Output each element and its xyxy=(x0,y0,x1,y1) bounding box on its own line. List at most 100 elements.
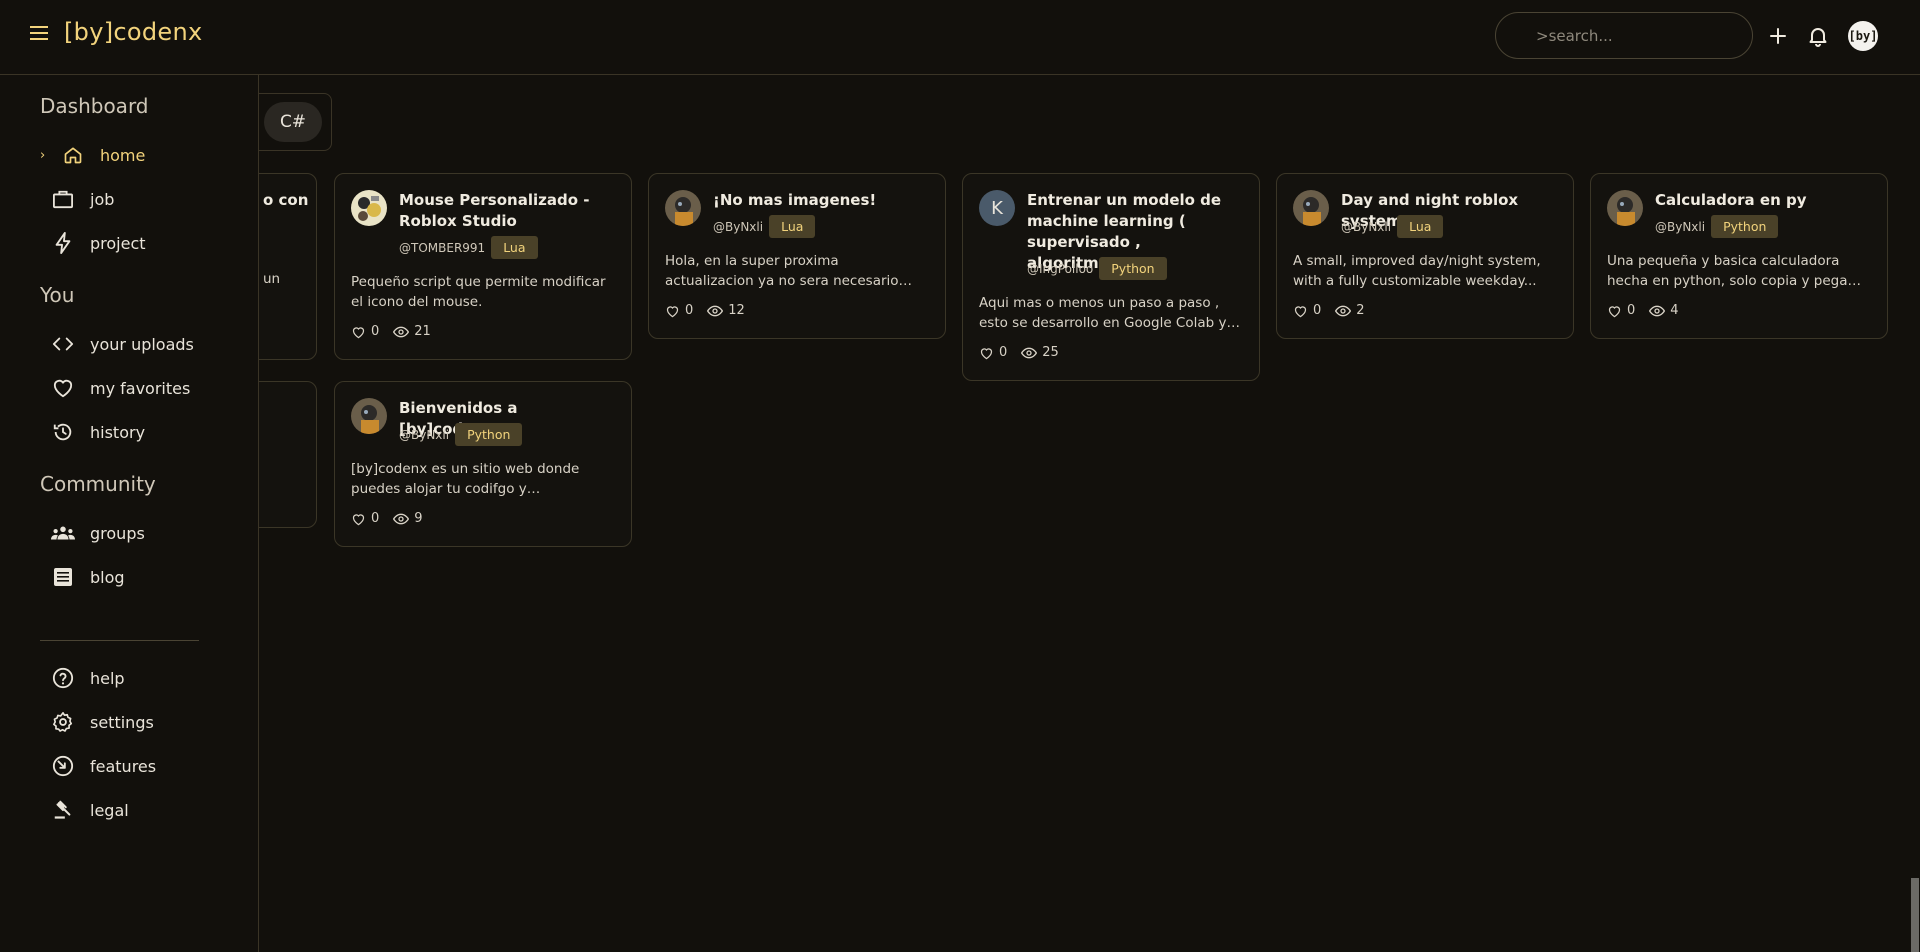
language-tag[interactable]: Python xyxy=(1099,257,1167,280)
gear-icon xyxy=(50,709,76,735)
card-description: Una pequeña y basica calculadora hecha e… xyxy=(1607,253,1848,289)
like-count: 0 xyxy=(371,324,380,339)
post-card[interactable]: Calculadora en py @ByNxli Python Una peq… xyxy=(1590,173,1888,339)
heart-icon[interactable] xyxy=(351,512,366,526)
language-tag[interactable]: Lua xyxy=(491,236,538,259)
post-card[interactable]: K Entrenar un modelo de machine learning… xyxy=(962,173,1260,381)
eye-icon xyxy=(1649,305,1666,317)
sidebar-item-your-uploads[interactable]: your uploads xyxy=(40,327,240,361)
heart-icon[interactable] xyxy=(351,325,366,339)
language-tag[interactable]: Python xyxy=(1711,215,1779,238)
language-tag[interactable]: Lua xyxy=(769,215,816,238)
language-tag[interactable]: Python xyxy=(455,423,523,446)
heart-icon[interactable] xyxy=(979,346,994,360)
heart-icon xyxy=(50,375,76,401)
sidebar-item-legal[interactable]: legal xyxy=(40,793,240,827)
author-avatar xyxy=(1607,190,1643,226)
sidebar-item-label: settings xyxy=(90,712,154,732)
sidebar-item-job[interactable]: job xyxy=(40,182,240,216)
view-count: 12 xyxy=(728,303,745,318)
sidebar: Dashboard › home job project You your up… xyxy=(0,75,259,952)
features-icon xyxy=(50,753,76,779)
card-stats: 0 12 xyxy=(665,303,745,318)
sidebar-item-help[interactable]: help xyxy=(40,661,240,695)
like-count: 0 xyxy=(685,303,694,318)
card-author[interactable]: @ByNxli xyxy=(713,220,763,234)
author-avatar xyxy=(1293,190,1329,226)
card-author[interactable]: @TOMBER991 xyxy=(399,241,485,255)
bolt-icon xyxy=(50,230,76,256)
eye-icon xyxy=(707,305,724,317)
sidebar-item-label: my favorites xyxy=(90,378,191,398)
like-count: 0 xyxy=(1313,303,1322,318)
sidebar-item-label: features xyxy=(90,756,157,776)
user-avatar[interactable]: [by] xyxy=(1848,21,1878,51)
card-description: un xyxy=(263,271,281,287)
top-header: [by]codenx [by] xyxy=(0,0,1920,75)
author-avatar: K xyxy=(979,190,1015,226)
post-card[interactable]: ¡No mas imagenes! @ByNxli Lua Hola, en l… xyxy=(648,173,946,339)
card-author[interactable]: @IngPolloo xyxy=(1027,262,1093,276)
heart-icon[interactable] xyxy=(665,304,680,318)
card-stats: 0 2 xyxy=(1293,303,1365,318)
sidebar-item-label: help xyxy=(90,668,125,688)
card-stats: 0 9 xyxy=(351,511,423,526)
card-meta: @ByNxli Lua xyxy=(713,215,816,238)
eye-icon xyxy=(393,513,410,525)
view-count: 21 xyxy=(414,324,431,339)
scrollbar-thumb[interactable] xyxy=(1911,878,1919,952)
card-title: Mouse Personalizado - Roblox Studio xyxy=(399,191,590,230)
sidebar-item-groups[interactable]: groups xyxy=(40,516,240,550)
card-title: o con xyxy=(263,191,309,209)
sidebar-item-label: groups xyxy=(90,523,145,543)
site-logo[interactable]: [by]codenx xyxy=(64,18,202,46)
sidebar-item-features[interactable]: features xyxy=(40,749,240,783)
post-card[interactable]: Day and night roblox system @ByNxli Lua … xyxy=(1276,173,1574,339)
card-author[interactable]: @ByNxli xyxy=(399,428,449,442)
card-meta: @ByNxli Python xyxy=(399,423,523,446)
author-avatar xyxy=(351,398,387,434)
eye-icon xyxy=(393,326,410,338)
sidebar-item-history[interactable]: history xyxy=(40,415,240,449)
heart-icon[interactable] xyxy=(1293,304,1308,318)
hamburger-menu-icon[interactable] xyxy=(30,25,54,47)
view-count: 4 xyxy=(1670,303,1679,318)
sidebar-item-label: blog xyxy=(90,567,125,587)
search-input[interactable] xyxy=(1495,12,1753,59)
language-tag[interactable]: Lua xyxy=(1397,215,1444,238)
sidebar-divider xyxy=(40,640,199,641)
heart-icon[interactable] xyxy=(1607,304,1622,318)
card-description: Hola, en la super proxima actualizacion … xyxy=(665,253,899,289)
post-card[interactable]: Mouse Personalizado - Roblox Studio @TOM… xyxy=(334,173,632,360)
card-meta: @ByNxli Python xyxy=(1655,215,1779,238)
sidebar-item-label: history xyxy=(90,422,146,442)
view-count: 2 xyxy=(1356,303,1365,318)
filter-chip-csharp[interactable]: C# xyxy=(264,102,322,142)
card-author[interactable]: @ByNxli xyxy=(1341,220,1391,234)
bell-icon[interactable] xyxy=(1806,24,1830,48)
sidebar-item-project[interactable]: project xyxy=(40,226,240,260)
card-meta: @TOMBER991 Lua xyxy=(399,236,538,259)
card-author[interactable]: @ByNxli xyxy=(1655,220,1705,234)
gavel-icon xyxy=(50,797,76,823)
plus-icon[interactable] xyxy=(1766,24,1790,48)
page-scrollbar[interactable] xyxy=(1910,0,1920,952)
history-icon xyxy=(50,419,76,445)
sidebar-item-blog[interactable]: blog xyxy=(40,560,240,594)
section-title-you: You xyxy=(40,283,75,307)
card-title: Calculadora en py xyxy=(1655,191,1807,209)
sidebar-item-my-favorites[interactable]: my favorites xyxy=(40,371,240,405)
section-title-community: Community xyxy=(40,472,156,496)
card-stats: 0 4 xyxy=(1607,303,1679,318)
chevron-right-icon: › xyxy=(40,147,46,163)
card-meta: @ByNxli Lua xyxy=(1341,215,1444,238)
sidebar-item-label: legal xyxy=(90,800,129,820)
eye-icon xyxy=(1335,305,1352,317)
sidebar-item-settings[interactable]: settings xyxy=(40,705,240,739)
like-count: 0 xyxy=(1627,303,1636,318)
groups-icon xyxy=(50,520,76,546)
post-card[interactable]: Bienvenidos a [by]codenx @ByNxli Python … xyxy=(334,381,632,547)
card-meta: @IngPolloo Python xyxy=(1027,257,1167,280)
sidebar-item-label: job xyxy=(90,189,115,209)
sidebar-item-home[interactable]: › home xyxy=(40,138,240,172)
